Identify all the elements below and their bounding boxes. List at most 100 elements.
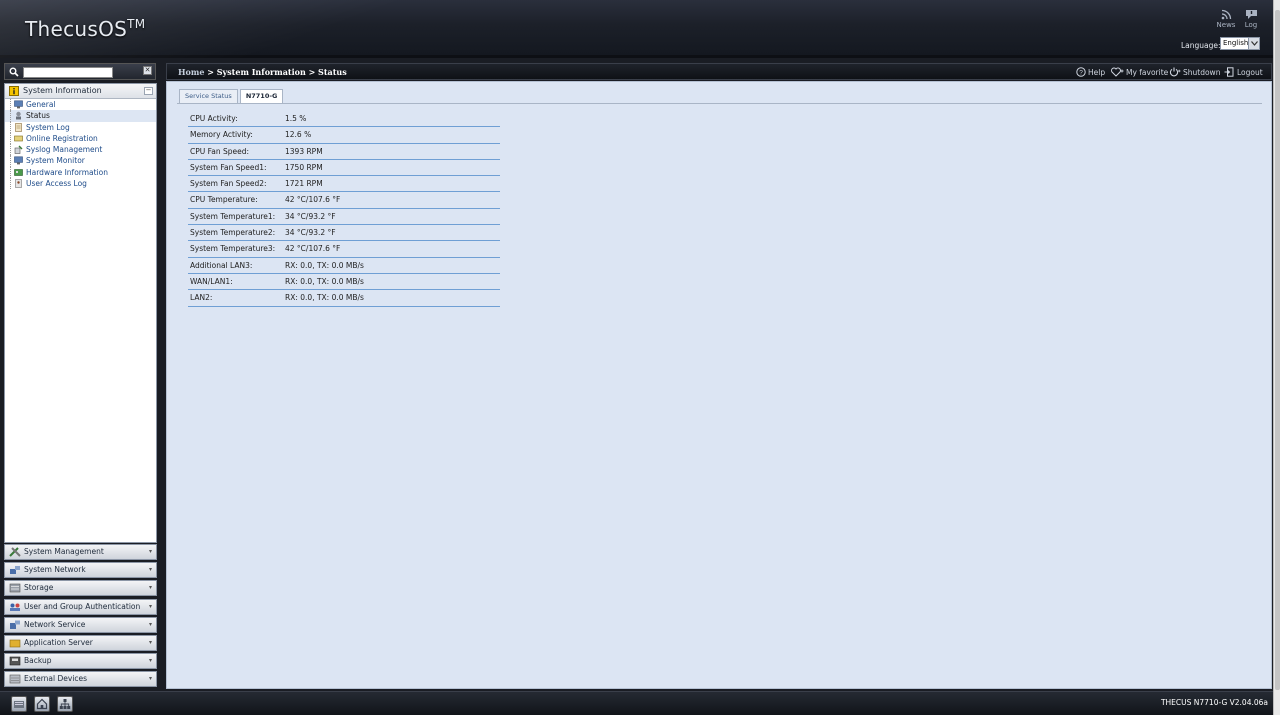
dock-button-network[interactable]	[57, 696, 73, 712]
app-server-icon	[9, 638, 21, 648]
tree-item-system-monitor[interactable]: System Monitor	[5, 155, 156, 167]
chevron-down-icon[interactable]: ▾	[149, 618, 152, 632]
sidebar-section-label: System Management	[24, 547, 104, 556]
network-icon	[59, 699, 71, 709]
status-value: 34 °C/93.2 °F	[285, 228, 336, 238]
page-scrollbar[interactable]	[1273, 0, 1280, 715]
heart-icon	[1111, 67, 1124, 77]
top-header: ThecusOSTM News Log Language: English	[0, 0, 1280, 58]
shutdown-button[interactable]: Shutdown	[1169, 67, 1220, 77]
monitor-icon	[14, 100, 23, 109]
status-value: 34 °C/93.2 °F	[285, 211, 336, 221]
thecus-logo: ThecusOSTM	[25, 17, 146, 41]
tree-items: General Status System Log Online Registrati…	[5, 99, 156, 190]
status-row: System Fan Speed1: 1750 RPM	[188, 160, 500, 177]
status-row: System Temperature1: 34 °C/93.2 °F	[188, 209, 500, 226]
tree-item-online-registration[interactable]: Online Registration	[5, 132, 156, 145]
status-row: CPU Temperature: 42 °C/107.6 °F	[188, 192, 500, 209]
power-icon	[1169, 67, 1181, 77]
log-icon	[14, 122, 23, 132]
status-value: 1.5 %	[285, 114, 307, 123]
tree-item-user-access-log[interactable]: User Access Log	[5, 178, 156, 190]
storage-icon	[9, 583, 21, 593]
tree-guide-line	[10, 121, 11, 133]
sidebar-section-user-and-group-authentication[interactable]: User and Group Authentication ▾	[4, 598, 157, 615]
breadcrumb-home-link[interactable]: Home	[178, 67, 204, 77]
log-button[interactable]: Log	[1238, 8, 1264, 29]
main-content: Service Status N7710-G CPU Activity: 1.5 …	[166, 81, 1272, 689]
tree-item-label: System Monitor	[26, 156, 85, 166]
breadcrumb-path: > System Information > Status	[204, 67, 347, 77]
speech-bubble-icon	[1238, 8, 1264, 20]
sidebar-section-label: External Devices	[24, 674, 88, 684]
tree-item-hardware-information[interactable]: Hardware Information	[5, 166, 156, 179]
tree-item-label: Status	[26, 111, 50, 121]
my-favorite-label: My favorite	[1126, 67, 1169, 77]
sidebar-section-label: Application Server	[24, 637, 93, 647]
tree-header-label: System Information	[23, 86, 102, 95]
sidebar-section-label: Backup	[24, 656, 52, 666]
sidebar-section-network-service[interactable]: Network Service ▾	[4, 616, 157, 633]
status-value: RX: 0.0, TX: 0.0 MB/s	[285, 293, 364, 303]
chevron-down-icon[interactable]: ▾	[149, 600, 152, 614]
status-label: CPU Fan Speed:	[190, 146, 250, 156]
dock-button-home[interactable]	[34, 696, 50, 712]
chevron-down-icon	[1248, 38, 1259, 49]
tree-guide-line	[10, 99, 11, 111]
hardware-icon	[14, 168, 23, 177]
logout-button[interactable]: Logout	[1224, 67, 1263, 77]
tree-guide-line	[10, 166, 11, 179]
chevron-down-icon[interactable]: ▾	[149, 545, 152, 559]
chevron-down-icon[interactable]: ▾	[149, 581, 152, 595]
tree-header-system-information[interactable]: System Information −	[5, 84, 156, 99]
tree-item-system-log[interactable]: System Log	[5, 121, 156, 133]
search-bar: ✕	[4, 63, 156, 80]
tree-guide-line	[10, 178, 11, 190]
firmware-version: THECUS N7710-G V2.04.06a	[1160, 698, 1268, 707]
sidebar-section-application-server[interactable]: Application Server ▾	[4, 634, 157, 651]
dock-button-storage[interactable]	[11, 696, 27, 712]
tree-item-label: Hardware Information	[26, 167, 109, 177]
network-icon	[9, 565, 21, 575]
tree-item-status[interactable]: Status	[5, 110, 156, 122]
scrollbar-thumb[interactable]	[1275, 10, 1280, 690]
tab-divider	[177, 103, 1262, 104]
status-row: WAN/LAN1: RX: 0.0, TX: 0.0 MB/s	[188, 274, 500, 291]
my-favorite-button[interactable]: My favorite	[1111, 67, 1168, 77]
sidebar-section-backup[interactable]: Backup ▾	[4, 653, 157, 670]
tab-device-status[interactable]: N7710-G	[239, 89, 284, 103]
sidebar-section-external-devices[interactable]: External Devices ▾	[4, 671, 157, 688]
status-value: 1750 RPM	[285, 162, 323, 172]
tab-service-status[interactable]: Service Status	[179, 89, 238, 103]
clear-search-icon[interactable]: ✕	[143, 66, 152, 75]
chevron-down-icon[interactable]: ▾	[149, 563, 152, 577]
search-input[interactable]	[23, 67, 113, 78]
status-row: Additional LAN3: RX: 0.0, TX: 0.0 MB/s	[188, 258, 500, 274]
status-label: System Fan Speed1:	[190, 162, 267, 172]
search-icon	[9, 67, 19, 79]
language-select[interactable]: English	[1220, 37, 1260, 50]
sidebar-section-system-management[interactable]: System Management ▾	[4, 544, 157, 560]
chevron-down-icon[interactable]: ▾	[149, 672, 152, 686]
help-label: Help	[1088, 67, 1106, 77]
sidebar-section-system-network[interactable]: System Network ▾	[4, 562, 157, 579]
sidebar-sections: System Management ▾ System Network ▾ Storage…	[4, 544, 157, 690]
collapse-icon[interactable]: −	[144, 87, 153, 95]
tree-item-general[interactable]: General	[5, 99, 156, 111]
status-icon	[14, 111, 23, 120]
chevron-down-icon[interactable]: ▾	[149, 636, 152, 650]
sidebar-section-storage[interactable]: Storage ▾	[4, 580, 157, 597]
tree-item-syslog-management[interactable]: Syslog Management	[5, 144, 156, 156]
status-value: RX: 0.0, TX: 0.0 MB/s	[285, 276, 364, 286]
chevron-down-icon[interactable]: ▾	[149, 654, 152, 668]
breadcrumb: Home > System Information > Status	[178, 67, 347, 77]
tree-guide-line	[10, 110, 11, 122]
help-button[interactable]: ? Help	[1076, 67, 1105, 77]
status-table: CPU Activity: 1.5 % Memory Activity: 12.6 %…	[188, 111, 500, 307]
external-devices-icon	[9, 674, 21, 684]
status-row: LAN2: RX: 0.0, TX: 0.0 MB/s	[188, 290, 500, 307]
left-panel: ✕ System Information − General Status Syst…	[0, 61, 160, 689]
sidebar-section-label: Storage	[24, 583, 54, 593]
news-button[interactable]: News	[1213, 8, 1239, 29]
logout-icon	[1224, 67, 1234, 77]
